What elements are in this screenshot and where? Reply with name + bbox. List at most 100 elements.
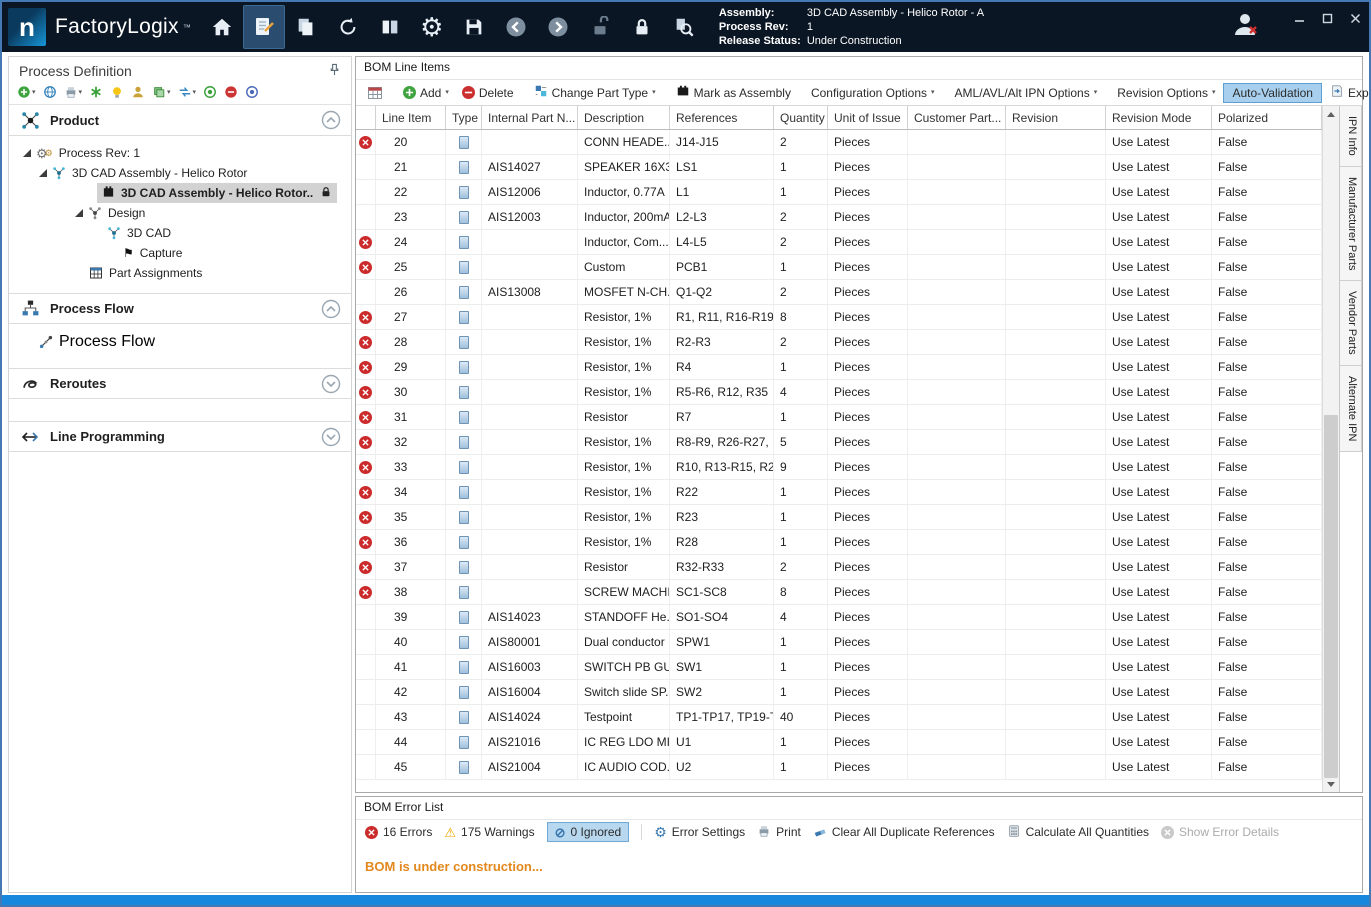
documents-button[interactable] [369, 5, 411, 49]
table-row[interactable]: 22AIS12006Inductor, 0.77AL11PiecesUse La… [356, 180, 1322, 205]
transfer-button[interactable]: ▾ [178, 85, 197, 99]
grid-view-button[interactable] [362, 83, 388, 103]
expand-arrow-icon[interactable] [23, 149, 31, 157]
templates-button[interactable] [285, 5, 327, 49]
show-error-details-button[interactable]: Show Error Details [1161, 825, 1279, 839]
table-row[interactable]: 23AIS12003Inductor, 200mAL2-L32PiecesUse… [356, 205, 1322, 230]
section-line-programming[interactable]: Line Programming [9, 421, 351, 452]
side-tab[interactable]: Manufacturer Parts [1340, 166, 1362, 282]
back-button[interactable] [495, 5, 537, 49]
unlock-button[interactable] [579, 5, 621, 49]
expand-arrow-icon[interactable] [75, 209, 83, 217]
lamp-button[interactable] [110, 85, 124, 99]
auto-validation-button[interactable]: Auto-Validation [1223, 83, 1322, 103]
table-row[interactable]: 45AIS21004IC AUDIO COD...U21PiecesUse La… [356, 755, 1322, 780]
lock-button[interactable] [621, 5, 663, 49]
save-button[interactable] [453, 5, 495, 49]
scroll-up-icon[interactable] [1323, 106, 1339, 122]
close-button[interactable] [1341, 6, 1369, 30]
chevron-up-icon[interactable] [321, 299, 341, 319]
table-row[interactable]: 24Inductor, Com...L4-L52PiecesUse Latest… [356, 230, 1322, 255]
column-header-line-item[interactable]: Line Item [376, 106, 446, 129]
table-row[interactable]: 43AIS14024TestpointTP1-TP17, TP19-T40Pie… [356, 705, 1322, 730]
table-row[interactable]: 33Resistor, 1%R10, R13-R15, R29PiecesUse… [356, 455, 1322, 480]
expand-arrow-icon[interactable] [39, 169, 47, 177]
column-header-polarized[interactable]: Polarized [1212, 106, 1322, 129]
side-tab[interactable]: Alternate IPN [1340, 365, 1362, 452]
revision-options-button[interactable]: Revision Options▾ [1112, 84, 1220, 102]
sync-button[interactable] [327, 5, 369, 49]
mark-as-assembly-button[interactable]: Mark as Assembly [671, 82, 796, 103]
table-row[interactable]: 25CustomPCB11PiecesUse LatestFalse [356, 255, 1322, 280]
chevron-down-icon[interactable] [321, 427, 341, 447]
chevron-down-icon[interactable] [321, 374, 341, 394]
tree-item-assembly[interactable]: 3D CAD Assembly - Helico Rotor [9, 163, 351, 183]
home-button[interactable] [201, 5, 243, 49]
side-tab[interactable]: Vendor Parts [1340, 280, 1362, 366]
section-reroutes[interactable]: Reroutes [9, 368, 351, 399]
scrollbar-thumb[interactable] [1324, 415, 1338, 779]
vertical-scrollbar[interactable] [1322, 106, 1339, 792]
tree-item-process-rev[interactable]: ⚙⚙ Process Rev: 1 [9, 143, 351, 163]
table-row[interactable]: 39AIS14023STANDOFF He...SO1-SO44PiecesUs… [356, 605, 1322, 630]
section-product[interactable]: Product [9, 105, 351, 136]
table-row[interactable]: 32Resistor, 1%R8-R9, R26-R27, R5PiecesUs… [356, 430, 1322, 455]
status-green-button[interactable] [203, 85, 217, 99]
operator-button[interactable] [131, 85, 145, 99]
table-row[interactable]: 28Resistor, 1%R2-R32PiecesUse LatestFals… [356, 330, 1322, 355]
scroll-down-icon[interactable] [1323, 776, 1339, 792]
status-red-button[interactable] [224, 85, 238, 99]
calculate-quantities-button[interactable]: Calculate All Quantities [1007, 824, 1149, 841]
side-tab[interactable]: IPN Info [1340, 106, 1362, 167]
table-row[interactable]: 36Resistor, 1%R281PiecesUse LatestFalse [356, 530, 1322, 555]
table-row[interactable]: 30Resistor, 1%R5-R6, R12, R354PiecesUse … [356, 380, 1322, 405]
table-row[interactable]: 42AIS16004Switch slide SP...SW21PiecesUs… [356, 680, 1322, 705]
pin-icon[interactable] [328, 63, 341, 79]
column-header-internal-part-number[interactable]: Internal Part N... [482, 106, 578, 129]
chevron-up-icon[interactable] [321, 110, 341, 130]
add-button[interactable]: Add▾ [398, 84, 454, 102]
forward-button[interactable] [537, 5, 579, 49]
table-row[interactable]: 29Resistor, 1%R41PiecesUse LatestFalse [356, 355, 1322, 380]
tree-item-capture[interactable]: ⚑ Capture [9, 243, 351, 263]
table-row[interactable]: 31ResistorR71PiecesUse LatestFalse [356, 405, 1322, 430]
column-header-references[interactable]: References [670, 106, 774, 129]
table-row[interactable]: 38SCREW MACHI...SC1-SC88PiecesUse Latest… [356, 580, 1322, 605]
table-row[interactable]: 44AIS21016IC REG LDO MI...U11PiecesUse L… [356, 730, 1322, 755]
maximize-button[interactable] [1313, 6, 1341, 30]
clear-duplicates-button[interactable]: Clear All Duplicate References [813, 824, 995, 841]
minimize-button[interactable] [1285, 6, 1313, 30]
web-button[interactable] [43, 85, 57, 99]
settings-button[interactable]: ⚙ [411, 5, 453, 49]
column-header-description[interactable]: Description [578, 106, 670, 129]
layers-button[interactable]: ▾ [152, 85, 171, 99]
validate-button[interactable] [89, 85, 103, 99]
table-row[interactable]: 20CONN HEADE...J14-J152PiecesUse LatestF… [356, 130, 1322, 155]
table-row[interactable]: 35Resistor, 1%R231PiecesUse LatestFalse [356, 505, 1322, 530]
column-header-revision[interactable]: Revision [1006, 106, 1106, 129]
delete-button[interactable]: Delete [457, 84, 519, 102]
tree-item-3d-cad[interactable]: 3D CAD [9, 223, 351, 243]
table-row[interactable]: 41AIS16003SWITCH PB GU...SW11PiecesUse L… [356, 655, 1322, 680]
sign-out-button[interactable] [1223, 6, 1267, 46]
errors-filter-button[interactable]: 16 Errors [365, 825, 432, 839]
table-row[interactable]: 40AIS80001Dual conductorSPW11PiecesUse L… [356, 630, 1322, 655]
print-button[interactable]: ▾ [64, 85, 83, 99]
tree-item-part-assignments[interactable]: Part Assignments [9, 263, 351, 283]
column-header-quantity[interactable]: Quantity [774, 106, 828, 129]
audit-button[interactable] [663, 5, 705, 49]
process-definition-button[interactable] [243, 5, 285, 49]
table-row[interactable]: 26AIS13008MOSFET N-CH...Q1-Q22PiecesUse … [356, 280, 1322, 305]
print-button[interactable]: Print [757, 824, 801, 841]
add-item-button[interactable]: ▾ [17, 85, 36, 99]
aml-options-button[interactable]: AML/AVL/Alt IPN Options▾ [950, 84, 1103, 102]
table-row[interactable]: 21AIS14027SPEAKER 16X3...LS11PiecesUse L… [356, 155, 1322, 180]
column-header-customer-part[interactable]: Customer Part... [908, 106, 1006, 129]
table-row[interactable]: 34Resistor, 1%R221PiecesUse LatestFalse [356, 480, 1322, 505]
table-row[interactable]: 27Resistor, 1%R1, R11, R16-R19,8PiecesUs… [356, 305, 1322, 330]
export-button[interactable]: Export▾ [1325, 82, 1371, 103]
tree-item-assembly-selected[interactable]: 3D CAD Assembly - Helico Rotor... [9, 183, 351, 203]
status-blue-button[interactable] [245, 85, 259, 99]
warnings-filter-button[interactable]: ⚠175 Warnings [444, 825, 534, 839]
tree-item-design[interactable]: Design [9, 203, 351, 223]
